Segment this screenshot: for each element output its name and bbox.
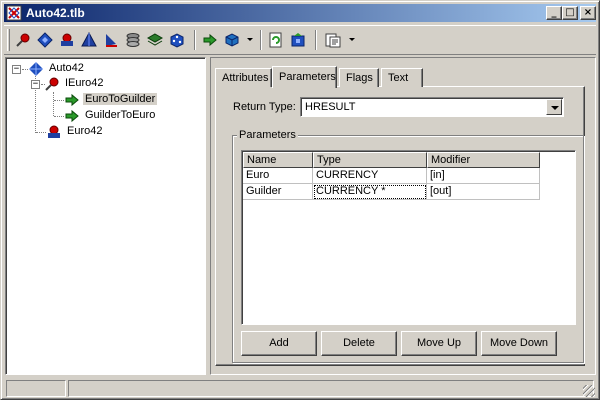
coclass-icon: [61, 33, 73, 46]
tab-flags[interactable]: Flags: [339, 68, 379, 87]
refresh-button[interactable]: [266, 30, 286, 50]
close-button[interactable]: ×: [580, 6, 596, 20]
add-union-button[interactable]: [145, 30, 165, 50]
column-header-type[interactable]: Type: [313, 152, 427, 168]
collapse-root-icon[interactable]: −: [12, 65, 21, 74]
tree-label: Euro42: [67, 125, 103, 137]
layers-icon: [147, 33, 163, 46]
tab-parameters[interactable]: Parameters: [272, 66, 337, 88]
status-bar: [4, 379, 596, 398]
tree-label: IEuro42: [65, 77, 104, 89]
delete-button[interactable]: Delete: [321, 331, 397, 356]
type-library-tree[interactable]: − Auto42 − IEuro42 EuroToGuilder Guilder…: [5, 57, 206, 375]
table-cell-modifier[interactable]: [in]: [427, 168, 540, 184]
add-enum-button[interactable]: [101, 30, 121, 50]
box-icon: [225, 33, 239, 47]
minimize-icon: _: [551, 7, 557, 18]
library-icon: [29, 62, 43, 76]
status-panel: [68, 380, 594, 397]
add-property-button[interactable]: [222, 30, 242, 50]
tab-attributes[interactable]: Attributes: [215, 68, 272, 87]
toolbar-separator: [260, 30, 262, 50]
stack-icon: [126, 33, 140, 47]
diamond-icon: [37, 32, 53, 48]
app-icon: [6, 5, 22, 21]
add-coclass-button[interactable]: [57, 30, 77, 50]
register-button[interactable]: [288, 30, 308, 50]
chevron-down-icon[interactable]: [349, 38, 355, 41]
add-struct-button[interactable]: [123, 30, 143, 50]
window-title: Auto42.tlb: [26, 6, 85, 20]
app-window: Auto42.tlb _ □ × − Auto42 − IEuro42 Euro…: [0, 0, 600, 400]
add-method-button[interactable]: [200, 30, 220, 50]
add-button[interactable]: Add: [241, 331, 317, 356]
chevron-down-icon[interactable]: [247, 38, 253, 41]
status-panel: [6, 380, 66, 397]
table-cell-name[interactable]: Euro: [243, 168, 313, 184]
add-module-button[interactable]: [79, 30, 99, 50]
return-type-value: HRESULT: [305, 101, 356, 113]
refresh-icon: [269, 32, 282, 48]
table-cell-type[interactable]: CURRENCY *: [313, 184, 427, 200]
add-dispinterface-button[interactable]: [35, 30, 55, 50]
table-cell-type[interactable]: CURRENCY: [313, 168, 427, 184]
table-cell-modifier[interactable]: [out]: [427, 184, 540, 200]
add-interface-button[interactable]: [13, 30, 33, 50]
maximize-button[interactable]: □: [562, 6, 578, 20]
toolbar: [4, 25, 596, 55]
toolbar-grip[interactable]: [7, 29, 10, 51]
method-arrow-icon: [65, 93, 79, 107]
minimize-button[interactable]: _: [546, 6, 562, 20]
tree-label: EuroToGuilder: [83, 93, 158, 105]
sail-icon: [106, 34, 117, 47]
chevron-down-icon[interactable]: [546, 99, 562, 115]
tab-text[interactable]: Text: [381, 68, 423, 87]
collapse-interface-icon[interactable]: −: [31, 80, 40, 89]
move-down-button[interactable]: Move Down: [481, 331, 557, 356]
method-arrow-icon: [65, 109, 79, 123]
view-menu-icon: [325, 33, 341, 48]
toolbar-separator: [194, 30, 196, 50]
title-bar[interactable]: Auto42.tlb _ □ ×: [4, 4, 596, 22]
method-arrow-icon: [203, 33, 217, 47]
add-alias-button[interactable]: [167, 30, 187, 50]
return-type-select[interactable]: HRESULT: [300, 97, 564, 117]
tree-label: GuilderToEuro: [85, 109, 156, 121]
coclass-icon: [48, 125, 60, 138]
toolbar-separator: [315, 30, 317, 50]
column-header-modifier[interactable]: Modifier: [427, 152, 540, 168]
maximize-icon: □: [565, 7, 575, 18]
pyramid-icon: [81, 32, 97, 47]
return-type-label: Return Type:: [233, 101, 296, 113]
move-up-button[interactable]: Move Up: [401, 331, 477, 356]
parameters-grid[interactable]: Name Type Modifier Euro CURRENCY [in] Gu…: [241, 150, 576, 325]
close-icon: ×: [583, 7, 593, 18]
table-cell-name[interactable]: Guilder: [243, 184, 313, 200]
properties-icon: [291, 33, 305, 47]
tree-label: Auto42: [49, 62, 84, 74]
view-button[interactable]: [323, 30, 343, 50]
pin-icon: [16, 33, 30, 47]
dice-icon: [170, 33, 184, 48]
size-grip-icon[interactable]: [583, 385, 595, 397]
pin-icon: [45, 77, 59, 91]
parameters-group-label: Parameters: [237, 129, 298, 141]
column-header-name[interactable]: Name: [243, 152, 313, 168]
